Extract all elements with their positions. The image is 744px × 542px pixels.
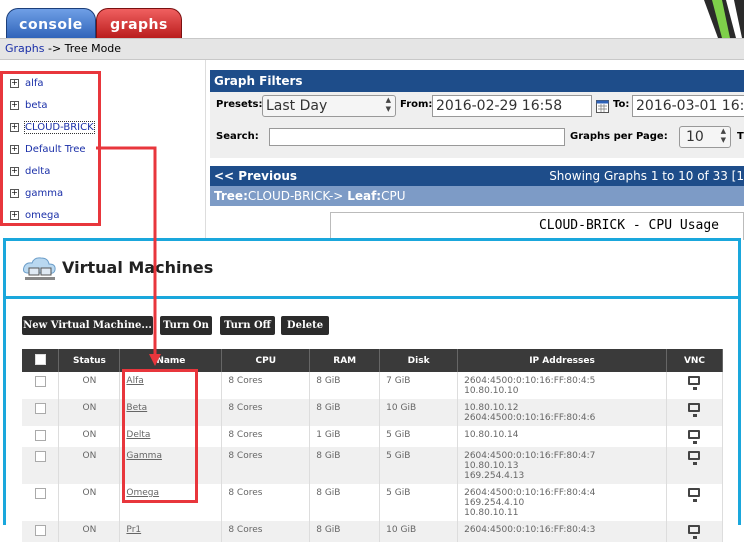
row-checkbox[interactable]: [34, 488, 46, 499]
monitor-icon[interactable]: [688, 451, 701, 465]
to-date-input[interactable]: 2016-03-01 16:: [632, 95, 744, 117]
ip-address: 2604:4500:0:10:16:FF:80:4:5: [464, 376, 596, 386]
cacti-logo-icon: [704, 0, 744, 38]
leaf-path-bar: Tree:CLOUD-BRICK-> Leaf:CPU: [210, 186, 744, 206]
disk-cell: 5 GiB: [379, 447, 459, 484]
search-label: Search:: [216, 131, 259, 142]
spinner-arrows-icon: ▲ ▼: [385, 96, 391, 113]
column-header-vnc[interactable]: VNC: [666, 349, 724, 372]
ram-cell: 8 GiB: [309, 484, 381, 521]
leaf-value: CPU: [381, 189, 406, 203]
cpu-cell: 8 Cores: [221, 372, 311, 399]
ip-address: 10.80.10.13: [464, 461, 519, 471]
breadcrumb-graphs-link[interactable]: Graphs: [5, 42, 44, 55]
name-column-highlight-box: [122, 369, 198, 503]
column-header-cpu[interactable]: CPU: [221, 349, 311, 372]
turn-on-button[interactable]: Turn On: [160, 316, 212, 335]
tab-graphs[interactable]: graphs: [96, 8, 182, 39]
tab-console[interactable]: console: [6, 8, 96, 39]
breadcrumb: Graphs -> Tree Mode: [0, 38, 744, 60]
ip-address: 2604:4500:0:10:16:FF:80:4:6: [464, 413, 596, 423]
annotation-arrow-icon: [96, 146, 161, 366]
status-cell: ON: [58, 372, 121, 399]
graph-navigation-bar: << Previous Showing Graphs 1 to 10 of 33…: [210, 166, 744, 186]
ip-address: 10.80.10.11: [464, 508, 519, 518]
to-label: To:: [613, 99, 630, 110]
ip-address: 169.254.4.13: [464, 471, 525, 481]
from-label: From:: [400, 99, 433, 110]
turn-off-button[interactable]: Turn Off: [220, 316, 275, 335]
column-header-ip[interactable]: IP Addresses: [457, 349, 667, 372]
row-checkbox[interactable]: [34, 525, 46, 536]
breadcrumb-current: Tree Mode: [64, 42, 122, 55]
graph-filters-title: Graph Filters: [210, 70, 744, 92]
cpu-cell: 8 Cores: [221, 426, 311, 447]
status-cell: ON: [58, 447, 121, 484]
spinner-arrows-icon: ▲ ▼: [720, 127, 726, 144]
ip-address: 10.80.10.14: [464, 430, 519, 440]
ip-address: 10.80.10.12: [464, 403, 519, 413]
cpu-cell: 8 Cores: [221, 521, 311, 542]
cpu-cell: 8 Cores: [221, 484, 311, 521]
ip-address: 10.80.10.10: [464, 386, 519, 396]
ip-address: 2604:4500:0:10:16:FF:80:4:7: [464, 451, 596, 461]
disk-cell: 5 GiB: [379, 426, 459, 447]
ip-address: 2604:4500:0:10:16:FF:80:4:3: [464, 525, 596, 535]
previous-link[interactable]: << Previous: [214, 166, 297, 186]
leaf-label: Leaf:: [347, 189, 382, 203]
monitor-icon[interactable]: [688, 430, 701, 444]
ram-cell: 8 GiB: [309, 447, 381, 484]
table-row[interactable]: ON Pr1 8 Cores 8 GiB 10 GiB 2604:4500:0:…: [22, 521, 724, 542]
status-cell: ON: [58, 426, 121, 447]
column-header-disk[interactable]: Disk: [379, 349, 459, 372]
delete-button[interactable]: Delete: [281, 316, 329, 335]
search-input[interactable]: [269, 128, 565, 146]
select-all-cell: [22, 349, 60, 372]
graph-title: CLOUD-BRICK - CPU Usage: [330, 212, 744, 240]
breadcrumb-separator: ->: [44, 42, 65, 55]
ram-cell: 1 GiB: [309, 426, 381, 447]
monitor-icon[interactable]: [688, 403, 701, 417]
tree-value: CLOUD-BRICK->: [247, 189, 344, 203]
disk-cell: 10 GiB: [379, 399, 459, 426]
ram-cell: 8 GiB: [309, 399, 381, 426]
monitor-icon[interactable]: [688, 376, 701, 390]
monitor-icon[interactable]: [688, 525, 701, 539]
tree-highlight-box: [0, 71, 101, 226]
cpu-cell: 8 Cores: [221, 399, 311, 426]
cpu-cell: 8 Cores: [221, 447, 311, 484]
presets-value: Last Day: [266, 98, 328, 114]
disk-cell: 10 GiB: [379, 521, 459, 542]
ram-cell: 8 GiB: [309, 372, 381, 399]
graphs-per-page-label: Graphs per Page:: [570, 131, 668, 142]
graphs-per-page-select[interactable]: 10 ▲ ▼: [679, 126, 731, 148]
from-date-input[interactable]: 2016-02-29 16:58: [432, 95, 592, 117]
presets-select[interactable]: Last Day ▲ ▼: [262, 95, 396, 117]
disk-cell: 5 GiB: [379, 484, 459, 521]
row-checkbox[interactable]: [34, 451, 46, 462]
ip-address: 169.254.4.10: [464, 498, 525, 508]
row-checkbox[interactable]: [34, 430, 46, 441]
status-cell: ON: [58, 399, 121, 426]
status-cell: ON: [58, 521, 121, 542]
cloud-computers-icon: [23, 257, 56, 280]
showing-graphs-text: Showing Graphs 1 to 10 of 33 [1: [549, 169, 744, 183]
select-all-checkbox[interactable]: [34, 353, 46, 365]
graphs-per-page-value: 10: [686, 129, 704, 145]
truncated-label: T: [737, 131, 744, 142]
ip-address: 2604:4500:0:10:16:FF:80:4:4: [464, 488, 596, 498]
presets-label: Presets:: [216, 99, 263, 110]
monitor-icon[interactable]: [688, 488, 701, 502]
row-checkbox[interactable]: [34, 403, 46, 414]
column-header-ram[interactable]: RAM: [309, 349, 381, 372]
disk-cell: 7 GiB: [379, 372, 459, 399]
tree-label: Tree:: [214, 189, 248, 203]
vm-name-link[interactable]: Pr1: [126, 525, 141, 535]
calendar-icon[interactable]: [596, 100, 609, 113]
ram-cell: 8 GiB: [309, 521, 381, 542]
status-cell: ON: [58, 484, 121, 521]
row-checkbox[interactable]: [34, 376, 46, 387]
